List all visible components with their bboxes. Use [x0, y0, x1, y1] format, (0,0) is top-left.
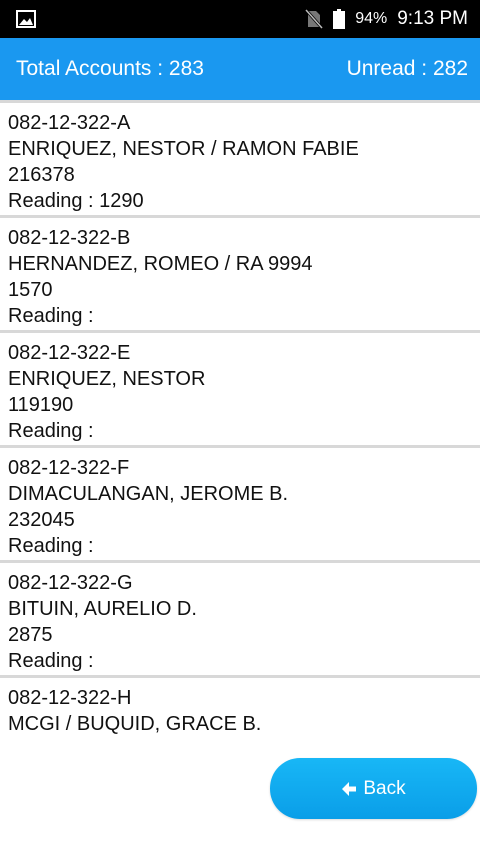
- reading: Reading :: [8, 535, 94, 557]
- meter-number: 1570: [8, 279, 53, 301]
- account-name: ENRIQUEZ, NESTOR / RAMON FABIE: [8, 138, 359, 160]
- reading: Reading : 1290: [8, 190, 144, 212]
- list-item[interactable]: 082-12-322-B HERNANDEZ, ROMEO / RA 9994 …: [0, 215, 480, 330]
- list-item[interactable]: 082-12-322-G BITUIN, AURELIO D. 2875 Rea…: [0, 560, 480, 675]
- meter-number: 119190: [8, 394, 74, 416]
- unread-count: Unread : 282: [346, 57, 468, 80]
- list-item[interactable]: 082-12-322-A ENRIQUEZ, NESTOR / RAMON FA…: [0, 100, 480, 215]
- account-name: HERNANDEZ, ROMEO / RA 9994: [8, 253, 313, 275]
- account-number: 082-12-322-F: [8, 457, 130, 479]
- image-icon: [16, 10, 36, 28]
- back-button[interactable]: Back: [270, 758, 477, 819]
- meter-number: 216378: [8, 164, 75, 186]
- account-name: BITUIN, AURELIO D.: [8, 598, 197, 620]
- reading: Reading :: [8, 305, 94, 327]
- account-list[interactable]: 082-12-322-A ENRIQUEZ, NESTOR / RAMON FA…: [0, 100, 480, 741]
- reading: Reading :: [8, 420, 94, 442]
- account-number: 082-12-322-E: [8, 342, 131, 364]
- account-number: 082-12-322-G: [8, 572, 133, 594]
- account-number: 082-12-322-H: [8, 687, 132, 709]
- battery-percent: 94%: [355, 10, 388, 27]
- reading: Reading :: [8, 650, 94, 672]
- total-accounts: Total Accounts : 283: [16, 57, 204, 80]
- list-item[interactable]: 082-12-322-E ENRIQUEZ, NESTOR 119190 Rea…: [0, 330, 480, 445]
- battery-icon: [333, 9, 346, 29]
- meter-number: 2875: [8, 624, 53, 646]
- meter-number: 232045: [8, 509, 75, 531]
- summary-header: Total Accounts : 283 Unread : 282: [0, 38, 480, 100]
- back-button-label: Back: [363, 777, 406, 799]
- no-sim-icon: [305, 9, 324, 29]
- account-name: DIMACULANGAN, JEROME B.: [8, 483, 289, 505]
- account-number: 082-12-322-A: [8, 112, 131, 134]
- clock: 9:13 PM: [397, 8, 468, 29]
- status-bar: 94% 9:13 PM: [0, 0, 480, 38]
- list-item[interactable]: 082-12-322-H MCGI / BUQUID, GRACE B.: [0, 675, 480, 741]
- arrow-left-icon: [342, 781, 357, 796]
- list-item[interactable]: 082-12-322-F DIMACULANGAN, JEROME B. 232…: [0, 445, 480, 560]
- account-number: 082-12-322-B: [8, 227, 131, 249]
- account-name: MCGI / BUQUID, GRACE B.: [8, 713, 262, 735]
- account-name: ENRIQUEZ, NESTOR: [8, 368, 206, 390]
